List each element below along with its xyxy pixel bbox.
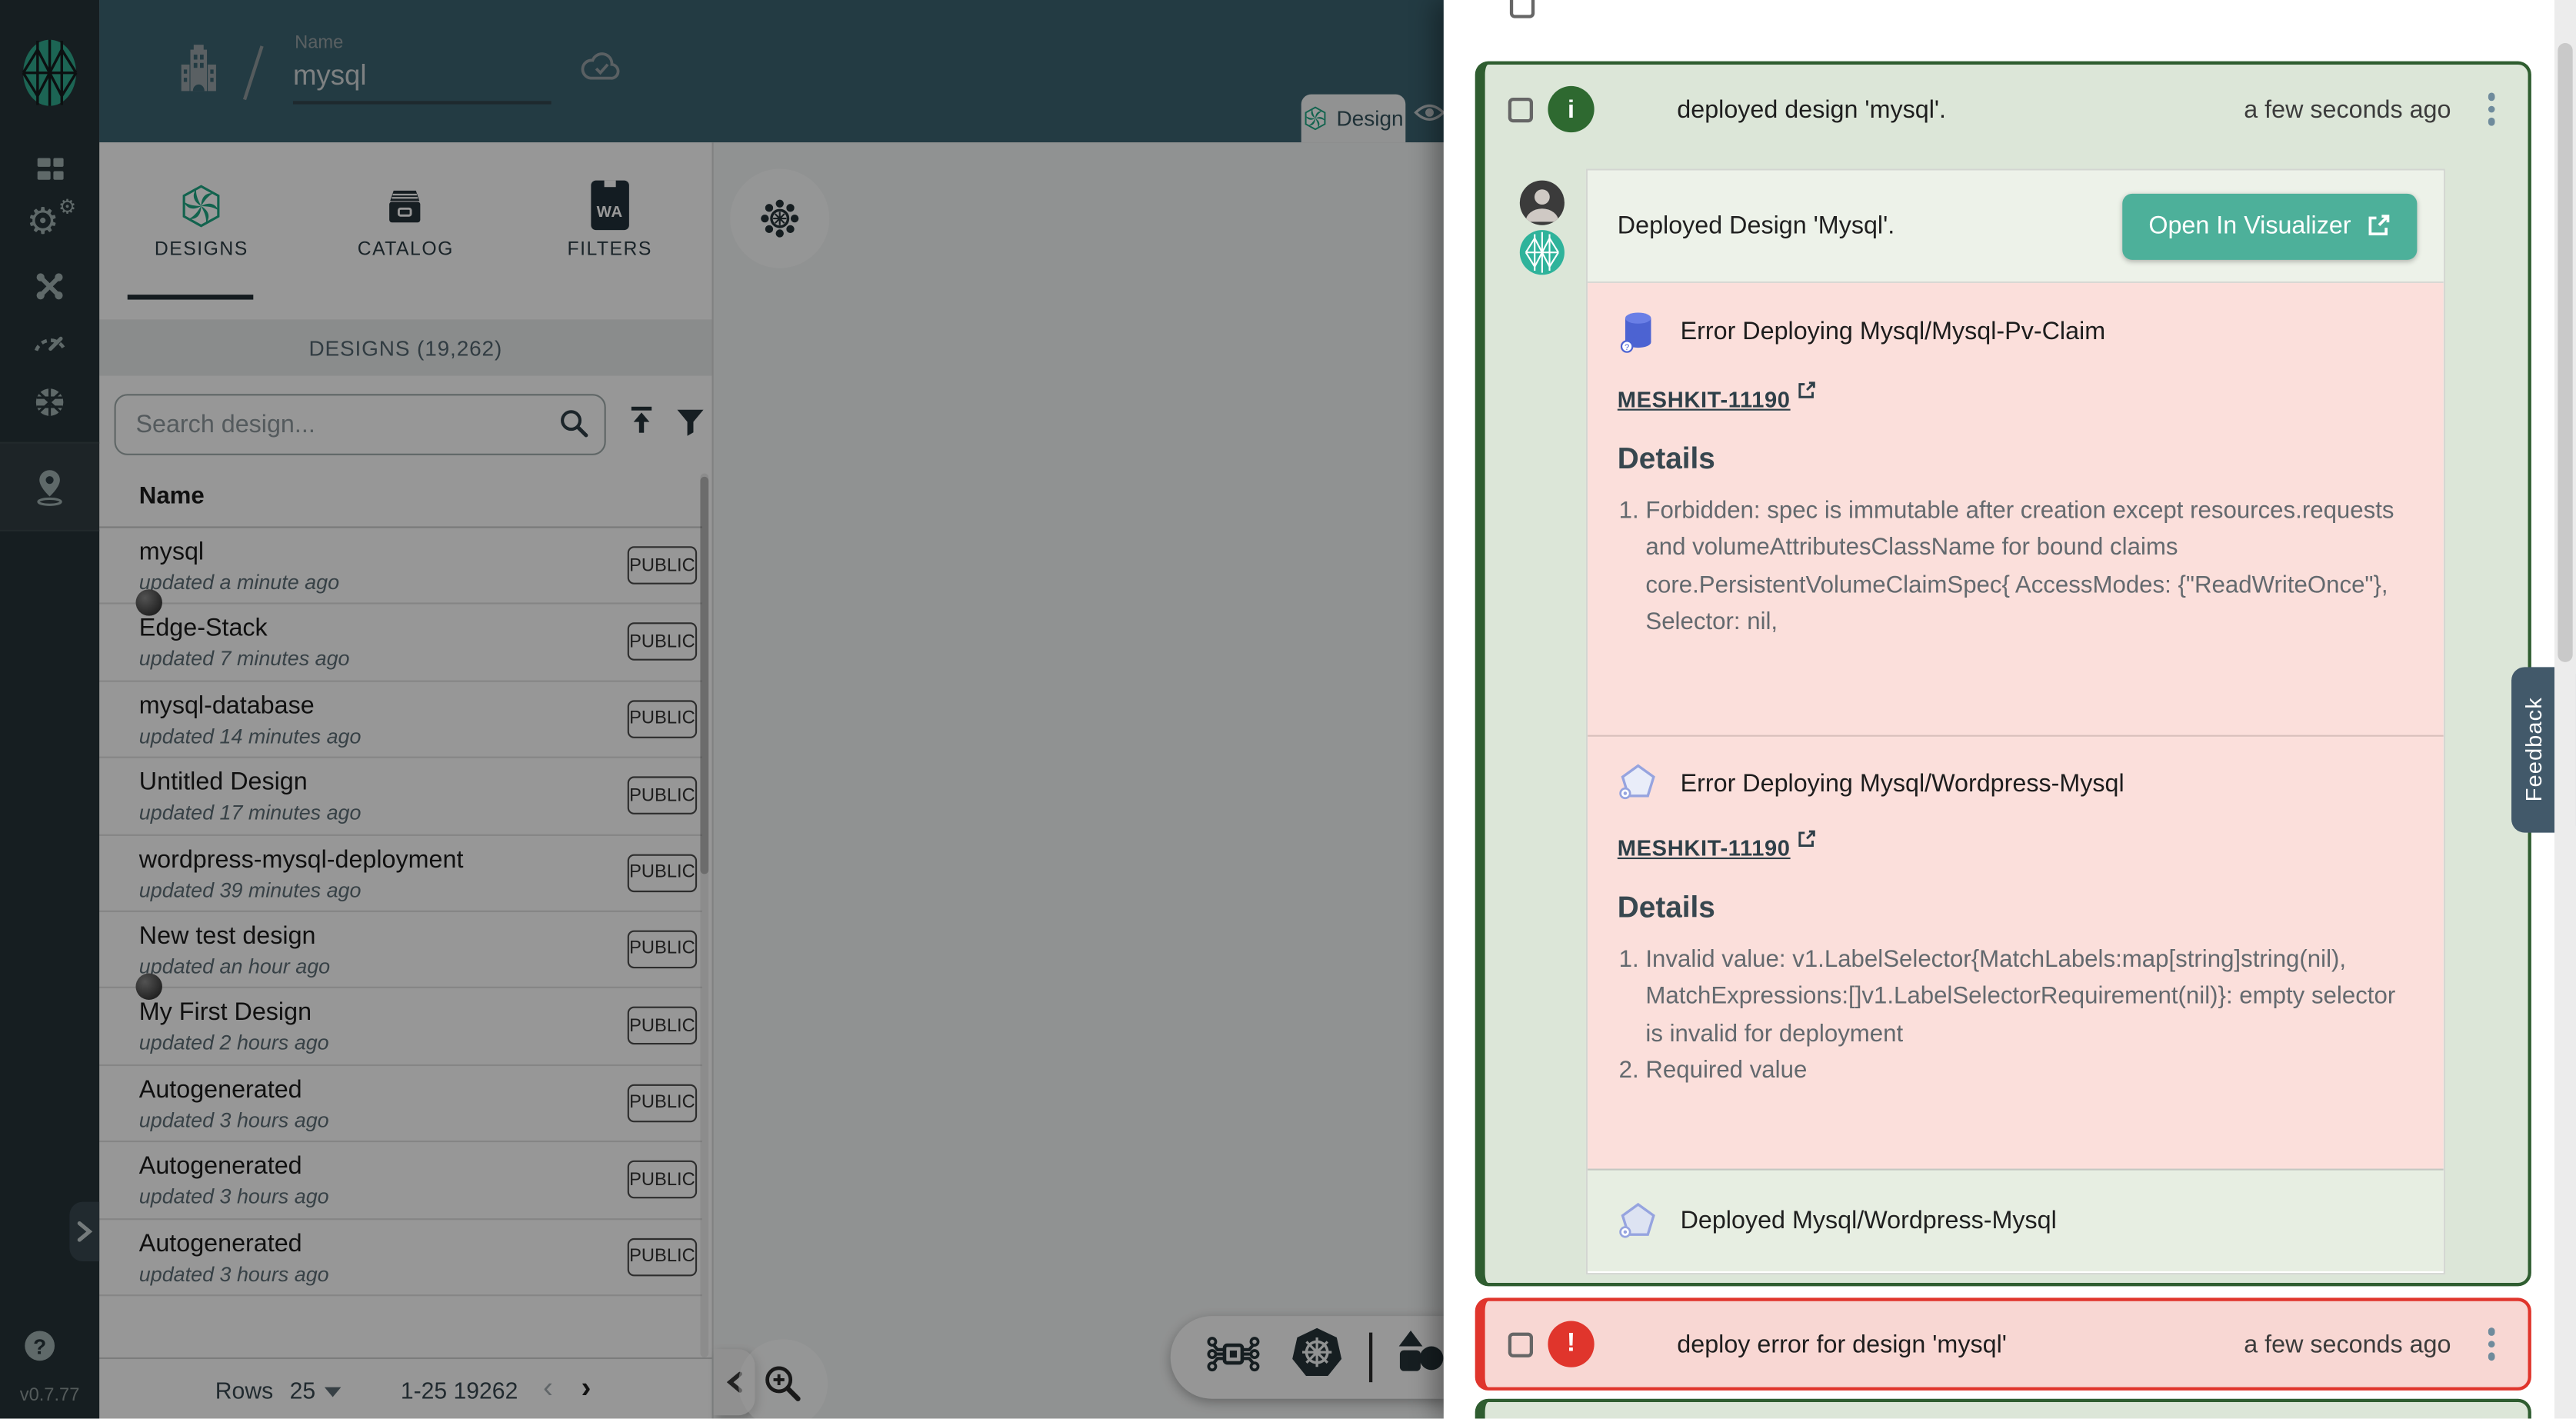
error-section-pv-claim: ? Error Deploying Mysql/Mysql-Pv-Claim M… — [1588, 283, 2444, 735]
error-icon: ! — [1548, 1321, 1594, 1367]
notification-title: deployed design 'mysql'. — [1677, 95, 1946, 124]
details-heading: Details — [1618, 891, 2414, 925]
notification-card-deployed: i deployed design 'mysql'. a few seconds… — [1475, 62, 2531, 1287]
deployed-success-text: Deployed Mysql/Wordpress-Mysql — [1681, 1207, 2057, 1235]
page-scrollbar-thumb[interactable] — [2558, 43, 2572, 662]
notification-checkbox[interactable] — [1508, 1332, 1533, 1357]
page-scrollbar[interactable] — [2554, 0, 2576, 1419]
meshkit-error-link[interactable]: MESHKIT-11190 — [1618, 388, 1817, 412]
notification-checkbox[interactable] — [1508, 97, 1533, 122]
deployed-success-row: Deployed Mysql/Wordpress-Mysql — [1588, 1169, 2444, 1271]
info-icon: i — [1548, 86, 1594, 132]
error-detail-item: Forbidden: spec is immutable after creat… — [1645, 493, 2414, 641]
meshkit-error-link[interactable]: MESHKIT-11190 — [1618, 836, 1817, 861]
notification-card-deploy-error[interactable]: ! deploy error for design 'mysql' a few … — [1475, 1297, 2531, 1391]
notification-card-partial[interactable] — [1475, 1399, 2531, 1419]
notification-header[interactable]: i deployed design 'mysql'. a few seconds… — [1485, 65, 2528, 154]
error-detail-item: Required value — [1645, 1054, 2414, 1091]
kebab-menu-icon[interactable] — [2488, 93, 2495, 125]
meshery-app: Name mysql ⚙⚙ ? v0.7.77 DESIGNS CATALOG — [0, 0, 2576, 1419]
deployment-pentagon-icon — [1618, 763, 1659, 803]
external-link-icon — [1797, 381, 1817, 401]
user-avatar — [1520, 181, 1565, 225]
error-section-wordpress-mysql: Error Deploying Mysql/Wordpress-Mysql ME… — [1588, 735, 2444, 1169]
error-detail-list: Forbidden: spec is immutable after creat… — [1618, 493, 2414, 641]
deploy-summary-text: Deployed Design 'Mysql'. — [1618, 212, 1895, 240]
deploy-summary-section: Deployed Design 'Mysql'. Open In Visuali… — [1588, 171, 2444, 283]
deployment-pentagon-icon — [1618, 1201, 1659, 1241]
external-link-icon — [2366, 214, 2391, 238]
notification-title: deploy error for design 'mysql' — [1677, 1330, 2007, 1358]
notification-timestamp: a few seconds ago — [2244, 95, 2451, 124]
kebab-menu-icon[interactable] — [2488, 1328, 2495, 1361]
svg-text:?: ? — [1625, 343, 1629, 352]
details-heading: Details — [1618, 442, 2414, 477]
error-title: Error Deploying Mysql/Mysql-Pv-Claim — [1681, 318, 2106, 346]
select-all-checkbox[interactable] — [1510, 0, 1535, 18]
error-detail-list: Invalid value: v1.LabelSelector{MatchLab… — [1618, 942, 2414, 1091]
meshery-avatar — [1520, 230, 1565, 275]
notification-timestamp: a few seconds ago — [2244, 1330, 2451, 1358]
notification-detail-box: Deployed Design 'Mysql'. Open In Visuali… — [1586, 169, 2445, 1275]
open-in-visualizer-button[interactable]: Open In Visualizer — [2122, 193, 2417, 259]
pv-claim-icon: ? — [1618, 309, 1659, 354]
external-link-icon — [1797, 829, 1817, 849]
error-detail-item: Invalid value: v1.LabelSelector{MatchLab… — [1645, 942, 2414, 1054]
notification-center-panel: i deployed design 'mysql'. a few seconds… — [1444, 0, 2576, 1419]
error-title: Error Deploying Mysql/Wordpress-Mysql — [1681, 769, 2124, 798]
